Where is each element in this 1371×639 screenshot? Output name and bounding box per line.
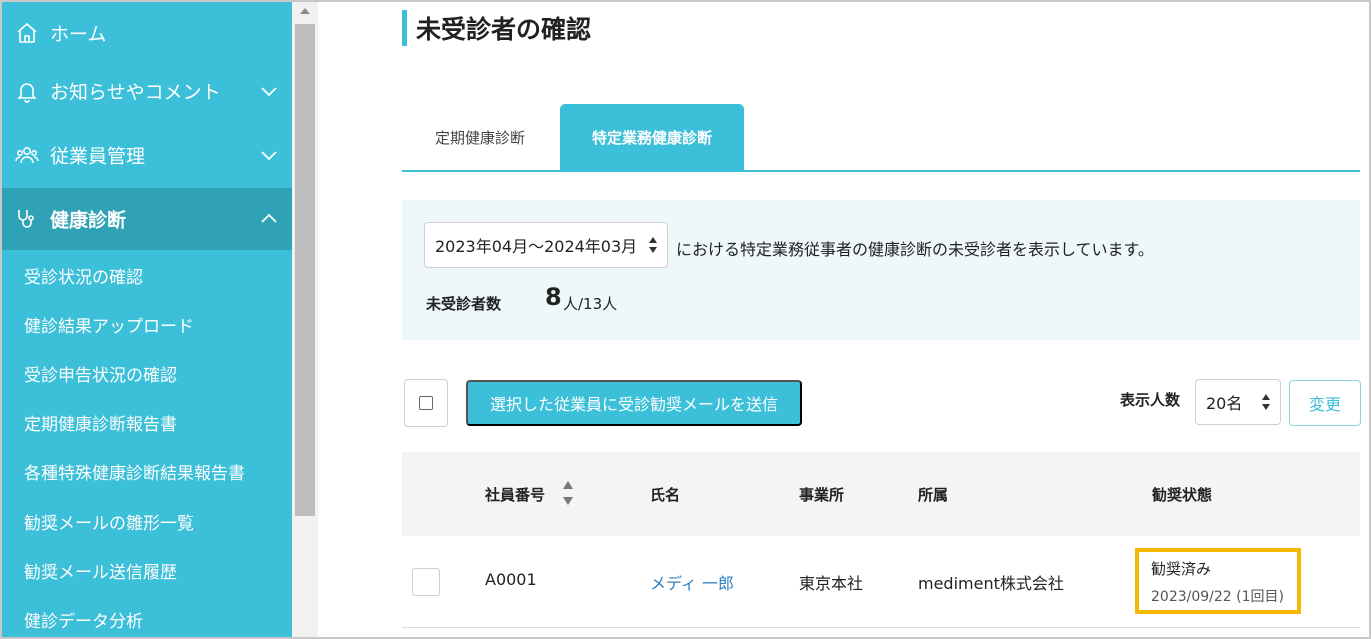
sidebar-subitem-data-analysis[interactable]: 健診データ分析 (24, 607, 143, 632)
tab-underline (402, 170, 1360, 172)
table-row: A0001 メディ 一郎 東京本社 mediment株式会社 勧奨済み 2023… (402, 536, 1360, 628)
chevron-down-icon (261, 87, 277, 97)
tab-regular-checkup[interactable]: 定期健康診断 (402, 104, 558, 170)
cell-department: mediment株式会社 (918, 574, 1064, 593)
tab-special-checkup[interactable]: 特定業務健康診断 (560, 104, 744, 170)
home-icon (17, 22, 37, 43)
column-header-office: 事業所 (799, 486, 845, 504)
chevron-up-icon (261, 213, 277, 223)
sidebar-item-label: 従業員管理 (50, 145, 146, 168)
app-window: ホーム お知らせやコメント 従業員管理 健康診断 受診状況の確認 健診結果アップ… (0, 0, 1371, 639)
bell-icon (17, 83, 37, 103)
sidebar-item-label: お知らせやコメント (50, 81, 221, 104)
main-content: 未受診者の確認 定期健康診断 特定業務健康診断 2023年04月〜2024年03… (318, 2, 1369, 637)
per-page-select[interactable]: 20名 (1195, 379, 1281, 425)
sidebar-item-label: 健康診断 (50, 209, 127, 232)
column-header-employee-id[interactable]: 社員番号 (485, 484, 545, 505)
per-page-value: 20名 (1206, 394, 1243, 413)
cell-status: 勧奨済み (1151, 560, 1212, 578)
sidebar-item-employees[interactable]: 従業員管理 (2, 124, 292, 186)
sidebar-subitem-regular-report[interactable]: 定期健康診断報告書 (24, 410, 177, 435)
sidebar: ホーム お知らせやコメント 従業員管理 健康診断 受診状況の確認 健診結果アップ… (2, 2, 292, 637)
sidebar-subitem-mail-history[interactable]: 勧奨メール送信履歴 (24, 558, 177, 583)
column-header-department: 所属 (918, 486, 949, 504)
select-arrows-icon (649, 237, 657, 253)
period-select-value: 2023年04月〜2024年03月 (435, 237, 638, 256)
cell-office: 東京本社 (799, 574, 864, 593)
unexamined-count-label: 未受診者数 (426, 295, 502, 313)
send-reminder-mail-button[interactable]: 選択した従業員に受診勧奨メールを送信 (466, 380, 802, 426)
select-arrows-icon (1262, 394, 1270, 410)
cell-employee-id: A0001 (485, 570, 537, 589)
select-all-checkbox[interactable] (404, 379, 448, 427)
unexamined-count-value: 8 (545, 283, 562, 311)
sidebar-subitem-declaration-status[interactable]: 受診申告状況の確認 (24, 361, 177, 386)
scrollbar-thumb[interactable] (295, 24, 315, 516)
title-accent-bar (402, 10, 407, 46)
column-header-status: 勧奨状態 (1152, 486, 1213, 504)
sidebar-subitem-special-report[interactable]: 各種特殊健康診断結果報告書 (24, 459, 245, 484)
per-page-label: 表示人数 (1120, 391, 1181, 409)
unexamined-count-suffix: 人/13人 (563, 295, 618, 313)
users-icon (15, 147, 39, 164)
period-description: における特定業務従事者の健康診断の未受診者を表示しています。 (676, 240, 1154, 259)
sort-icon[interactable] (562, 478, 574, 508)
column-header-name: 氏名 (650, 486, 681, 504)
sidebar-scrollbar[interactable] (292, 2, 318, 637)
sidebar-subitem-result-upload[interactable]: 健診結果アップロード (24, 312, 194, 337)
table-header: 社員番号 氏名 事業所 所属 勧奨状態 (402, 452, 1360, 536)
row-checkbox[interactable] (412, 568, 440, 596)
chevron-down-icon (261, 151, 277, 161)
scroll-up-arrow-icon[interactable] (300, 8, 310, 14)
stethoscope-icon (18, 210, 34, 228)
sidebar-item-label: ホーム (50, 23, 107, 46)
period-select[interactable]: 2023年04月〜2024年03月 (424, 222, 668, 268)
sidebar-item-health-checkup[interactable]: 健康診断 (2, 188, 292, 250)
sidebar-subitem-checkup-status[interactable]: 受診状況の確認 (24, 263, 143, 288)
checkbox-square-icon (419, 396, 433, 410)
status-highlight-box: 勧奨済み 2023/09/22 (1回目) (1135, 548, 1301, 614)
change-button[interactable]: 変更 (1289, 380, 1361, 426)
cell-status-date: 2023/09/22 (1回目) (1151, 589, 1284, 605)
employee-name-link[interactable]: メディ 一郎 (650, 570, 734, 594)
sidebar-subitem-mail-templates[interactable]: 勧奨メールの雛形一覧 (24, 509, 194, 534)
sidebar-item-home[interactable]: ホーム (2, 2, 292, 64)
sidebar-item-notifications[interactable]: お知らせやコメント (2, 60, 292, 122)
info-panel: 2023年04月〜2024年03月 における特定業務従事者の健康診断の未受診者を… (402, 200, 1360, 340)
page-title: 未受診者の確認 (416, 15, 592, 44)
